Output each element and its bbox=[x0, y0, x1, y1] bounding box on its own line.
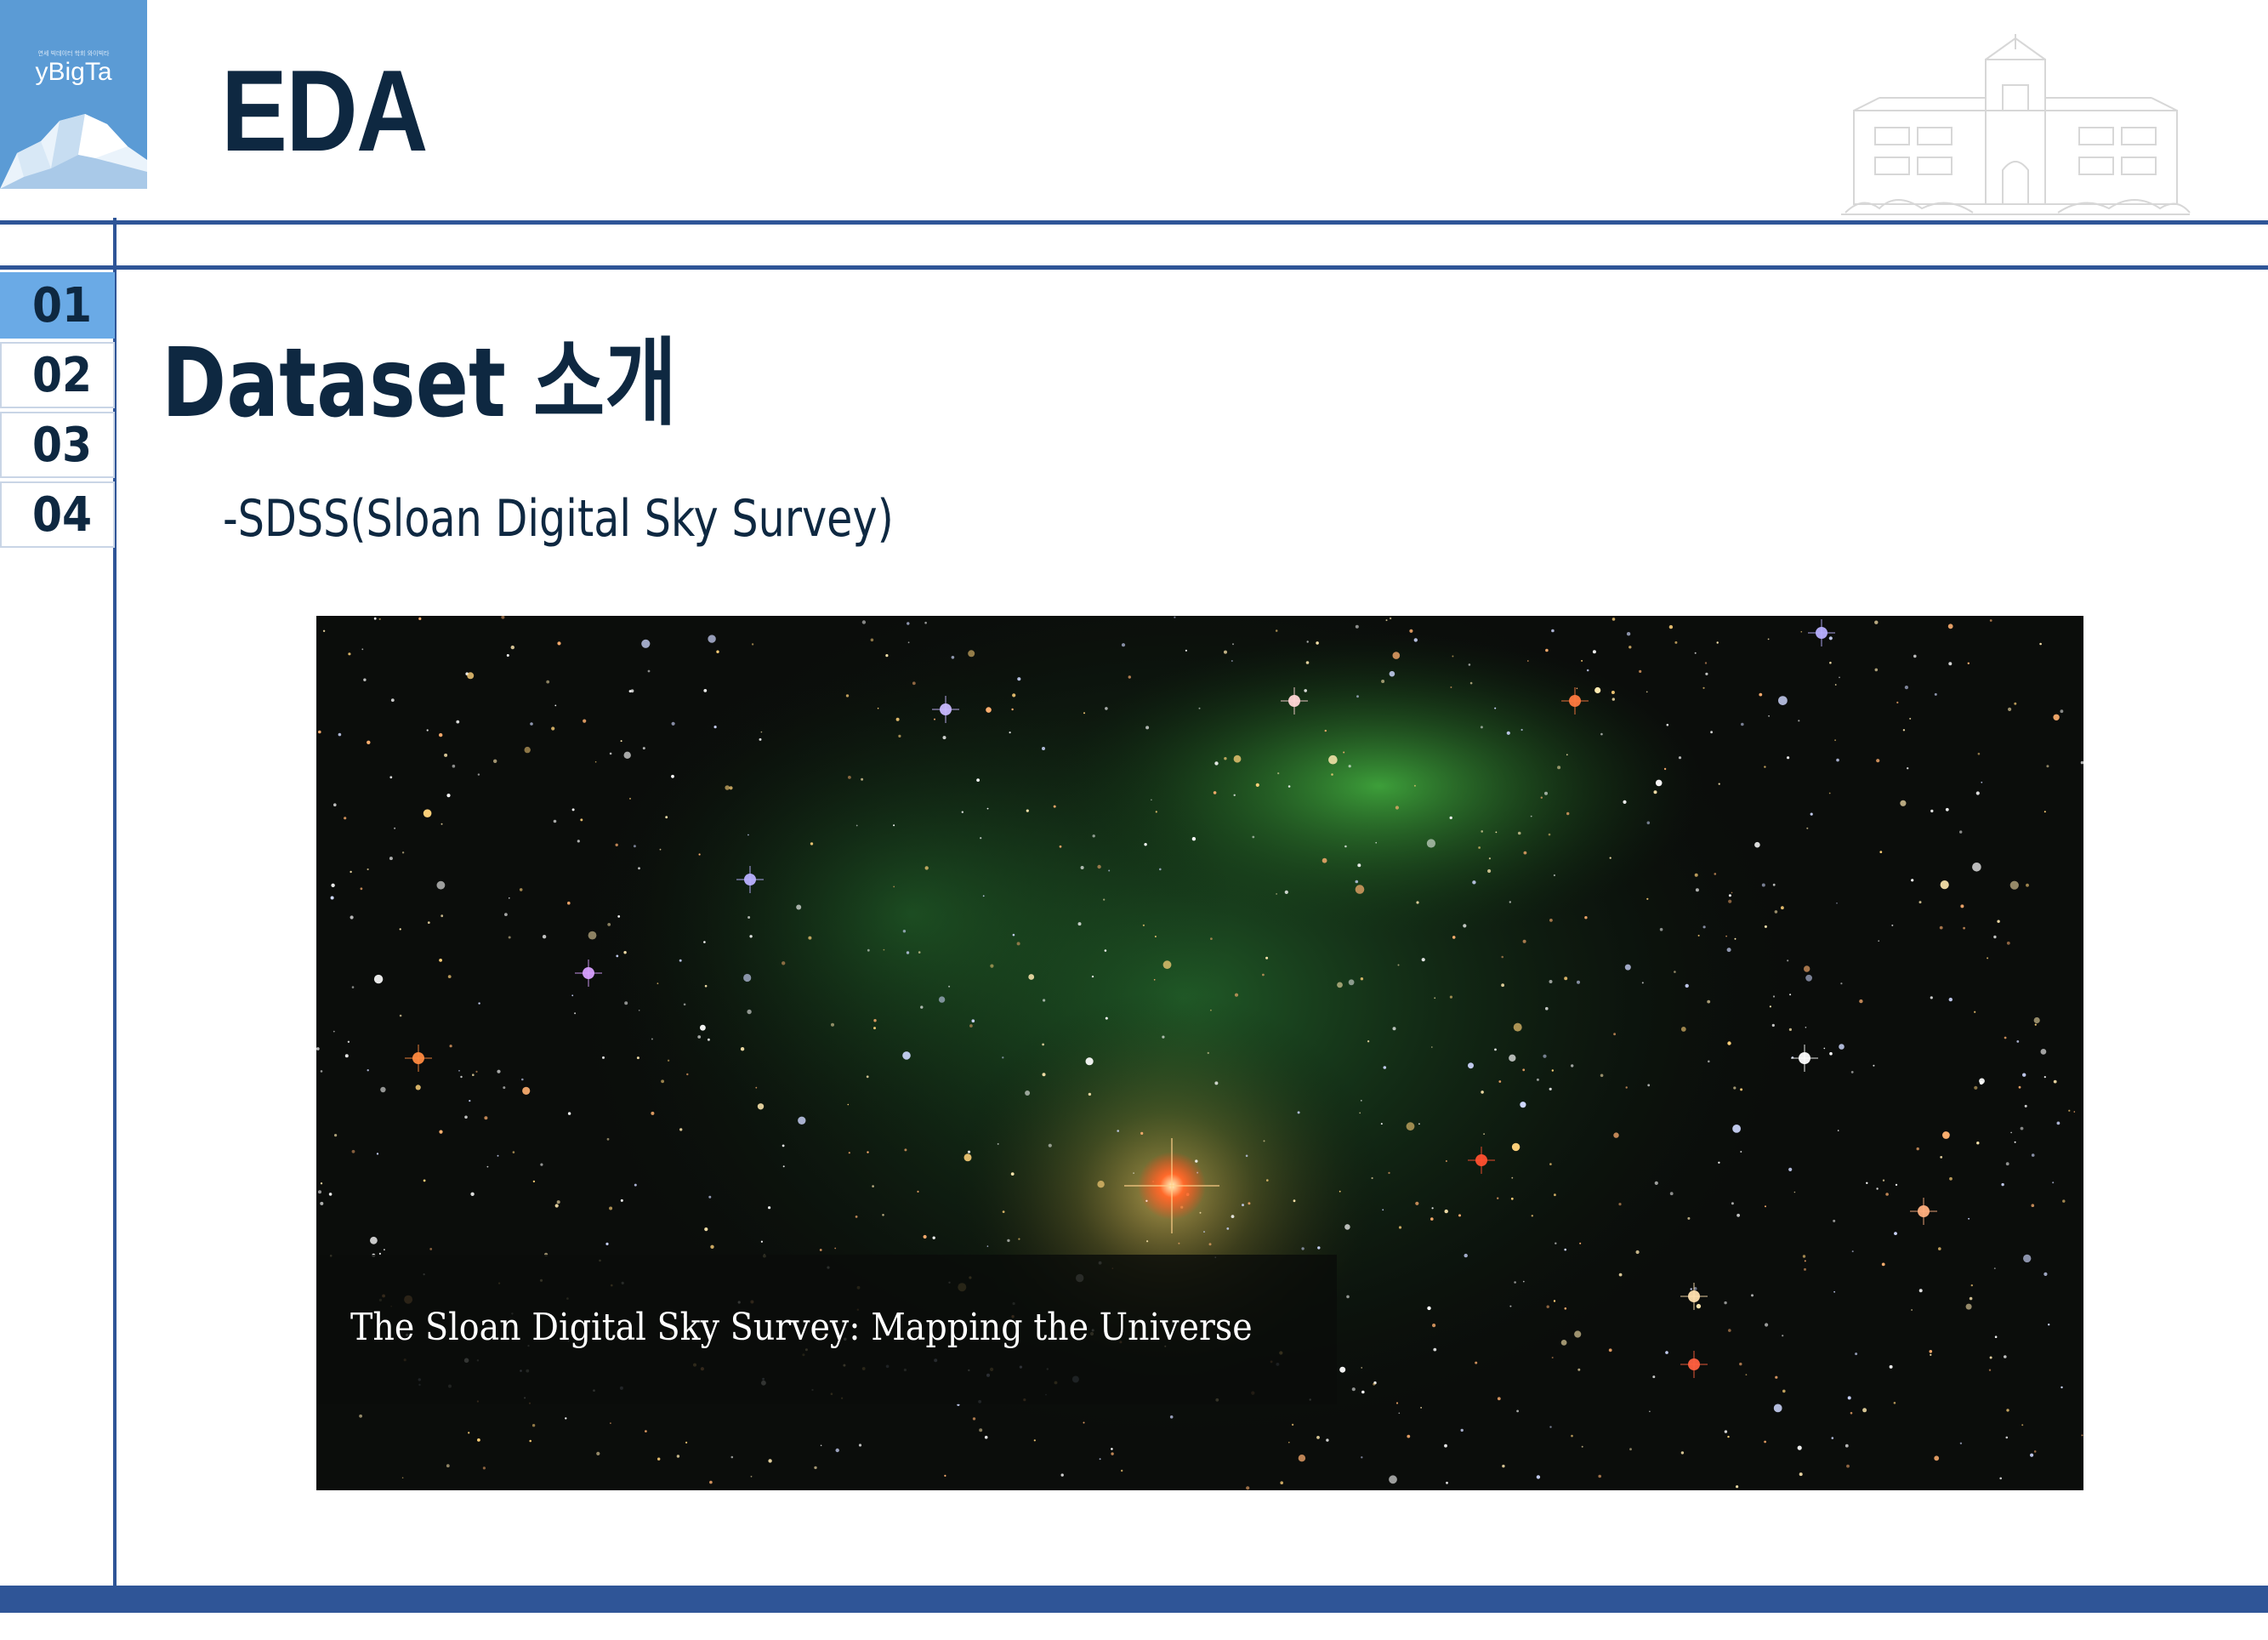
header-rule-bottom bbox=[0, 265, 2268, 270]
iceberg-icon bbox=[0, 114, 147, 189]
nav-item-04[interactable]: 04 bbox=[0, 481, 115, 548]
footer-bar bbox=[0, 1586, 2268, 1613]
nav-item-02[interactable]: 02 bbox=[0, 342, 115, 408]
image-caption-box: The Sloan Digital Sky Survey: Mapping th… bbox=[316, 1255, 1337, 1404]
logo-name: yBigTa bbox=[35, 58, 112, 86]
nav-item-01[interactable]: 01 bbox=[0, 272, 115, 339]
ybigta-logo: 연세 빅데이터 학회 와이빅타 yBigTa bbox=[0, 0, 147, 189]
logo-tagline: 연세 빅데이터 학회 와이빅타 bbox=[37, 50, 110, 57]
nav-item-03[interactable]: 03 bbox=[0, 412, 115, 478]
page-title: EDA bbox=[221, 46, 429, 175]
section-title: Dataset 소개 bbox=[162, 328, 677, 439]
header-rule-top bbox=[0, 220, 2268, 225]
image-caption: The Sloan Digital Sky Survey: Mapping th… bbox=[350, 1306, 1253, 1349]
section-subtitle: -SDSS(Sloan Digital Sky Survey) bbox=[223, 489, 894, 549]
section-nav: 01 02 03 04 bbox=[0, 272, 115, 551]
university-building-watermark bbox=[1828, 34, 2203, 247]
